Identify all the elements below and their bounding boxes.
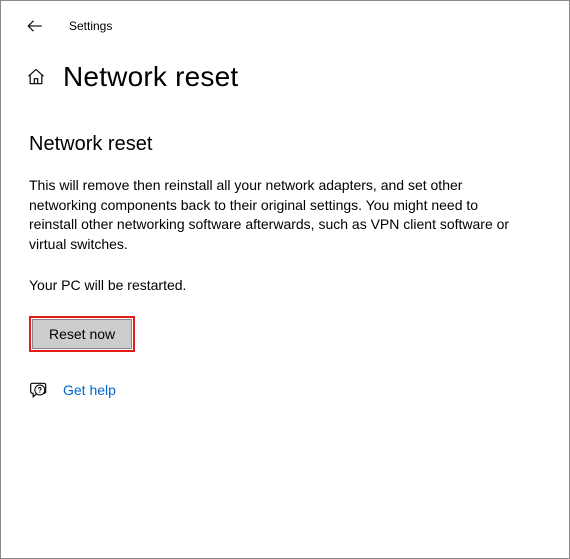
page-title: Network reset [63,61,238,93]
back-arrow-icon [26,17,44,35]
restart-notice: Your PC will be restarted. [29,276,529,296]
content: Network reset This will remove then rein… [1,93,569,400]
home-icon[interactable] [25,66,47,88]
get-help-icon [29,380,49,400]
window-title: Settings [69,19,112,33]
back-button[interactable] [21,12,49,40]
get-help-link[interactable]: Get help [63,382,116,398]
topbar: Settings [1,1,569,41]
section-title: Network reset [29,133,541,156]
reset-now-button[interactable]: Reset now [32,319,132,349]
page-header: Network reset [1,41,569,93]
description-text: This will remove then reinstall all your… [29,176,529,254]
reset-button-highlight: Reset now [29,316,135,352]
help-row: Get help [29,380,541,400]
